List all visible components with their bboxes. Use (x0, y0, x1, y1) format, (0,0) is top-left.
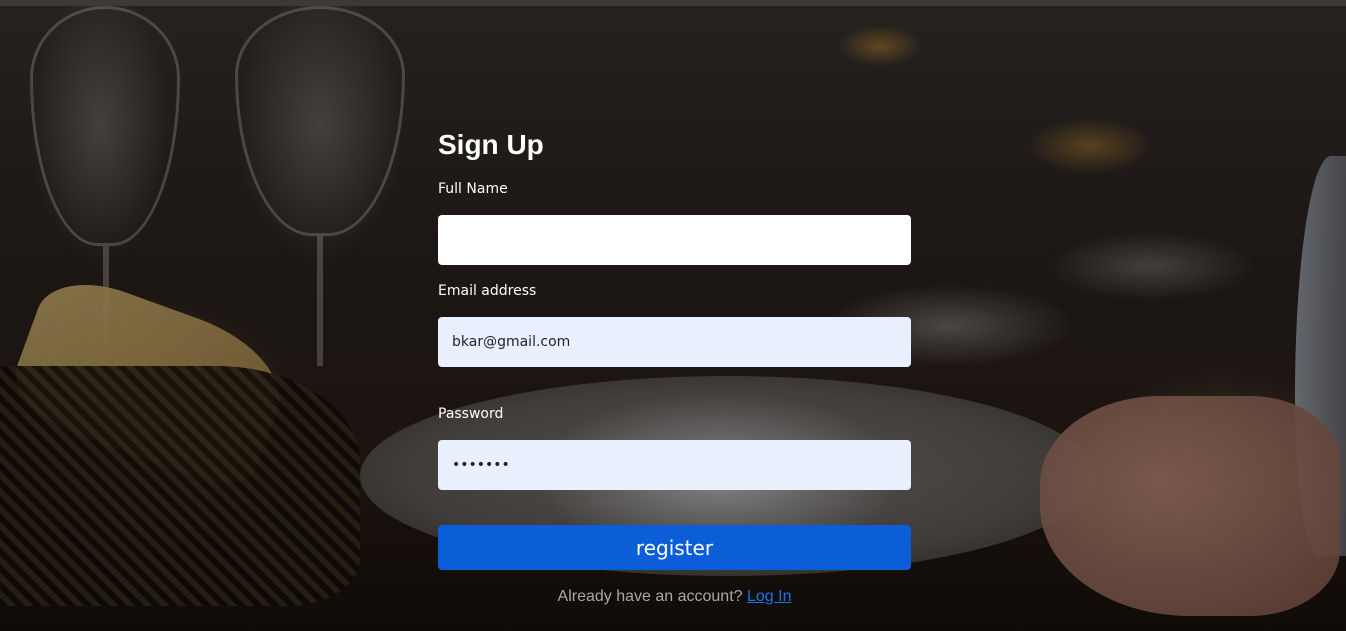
password-label: Password (438, 406, 504, 422)
login-prompt-text: Already have an account? (557, 588, 743, 605)
full-name-input[interactable] (438, 215, 911, 265)
register-button[interactable]: register (438, 525, 911, 570)
page-title: Sign Up (438, 129, 544, 160)
login-prompt: Already have an account? Log In (438, 588, 911, 606)
email-label: Email address (438, 283, 537, 299)
login-link[interactable]: Log In (747, 588, 791, 605)
email-input[interactable] (438, 317, 911, 367)
signup-form: Sign Up Full Name Email address Password… (438, 128, 911, 606)
password-input[interactable] (438, 440, 911, 490)
full-name-label: Full Name (438, 181, 508, 197)
